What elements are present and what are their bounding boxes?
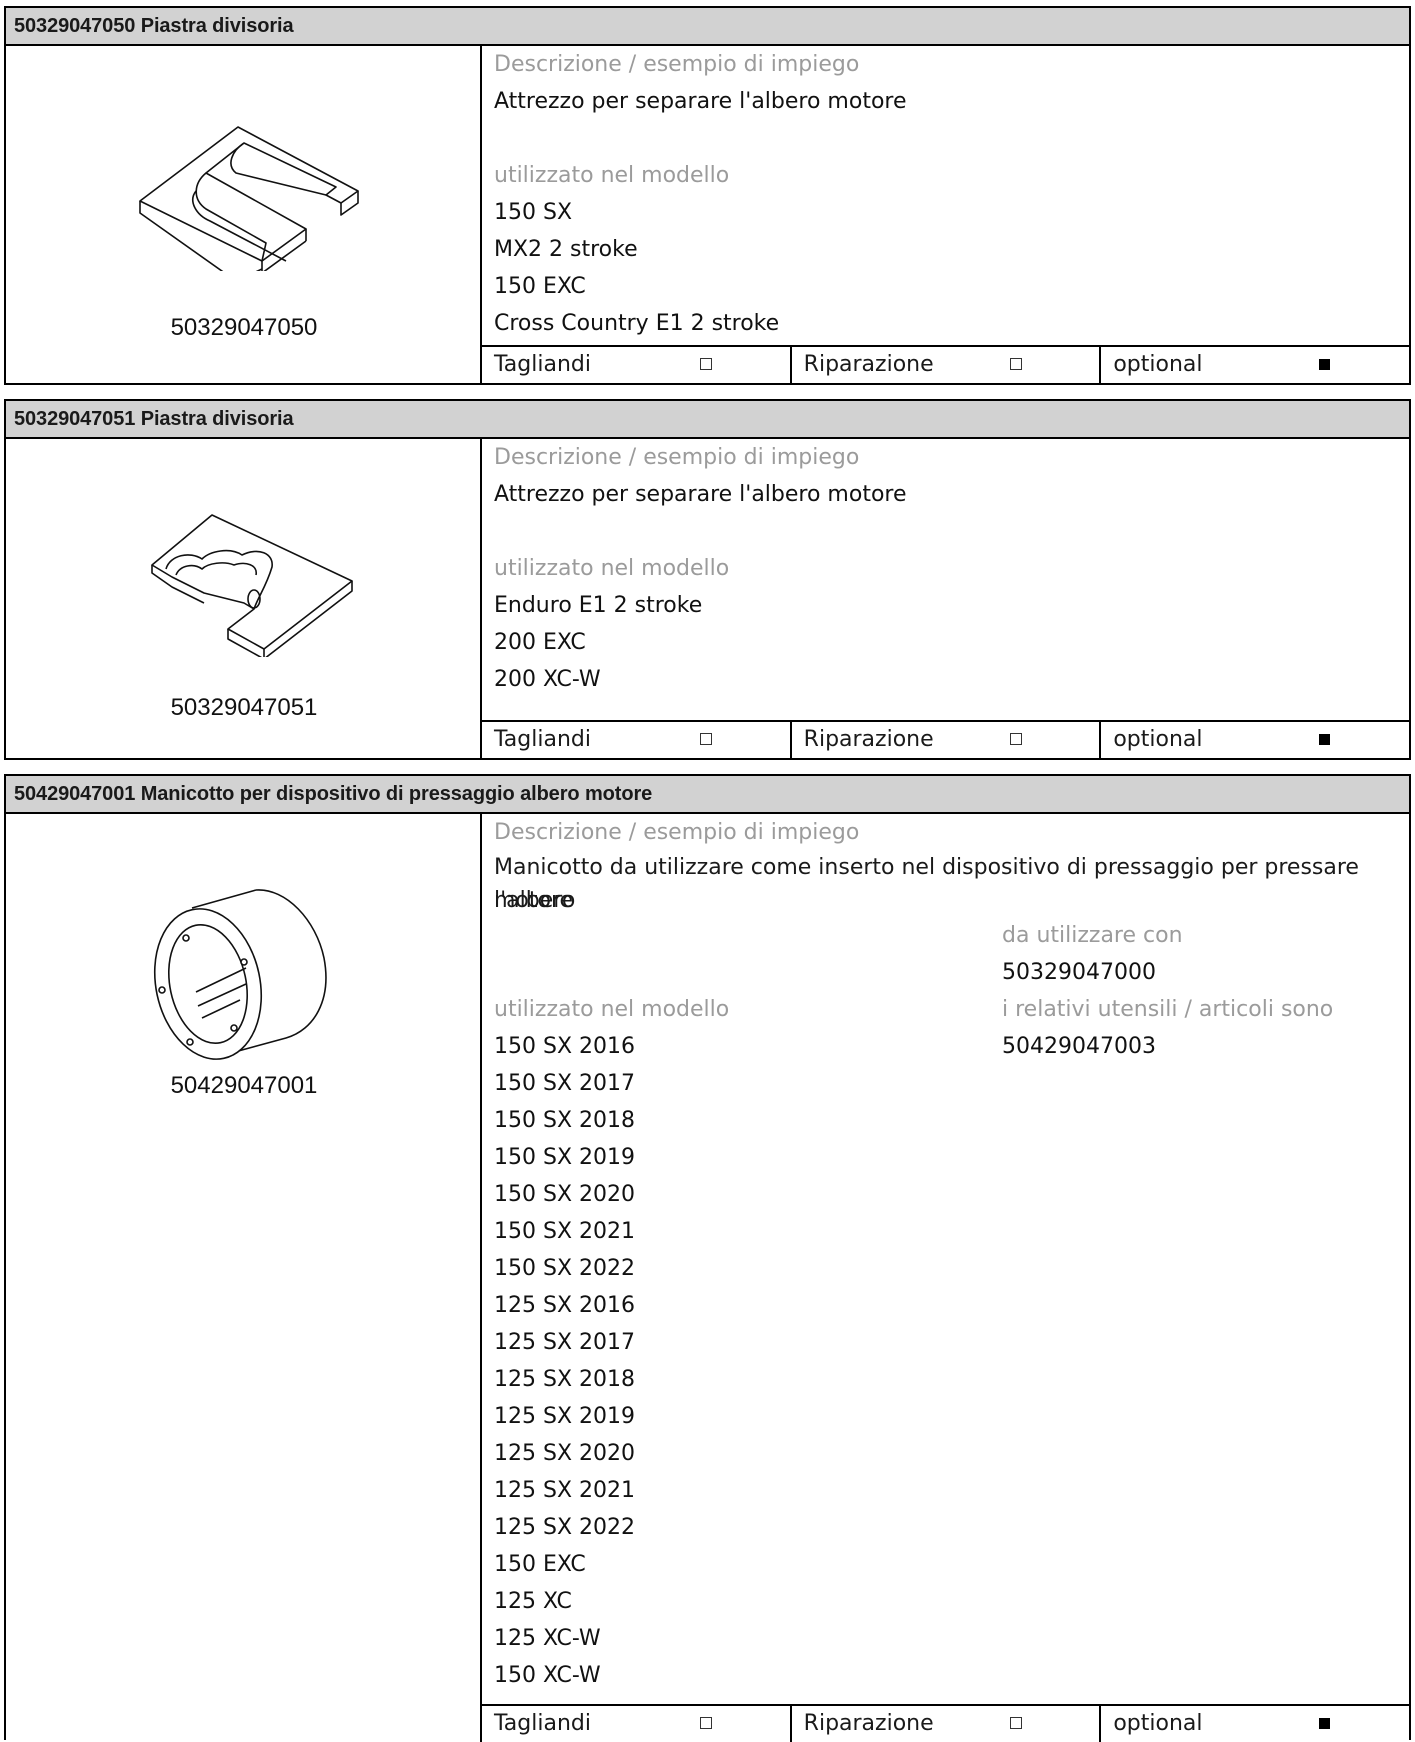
- empty-square-icon: [1009, 1717, 1022, 1729]
- tool-card: 50429047001 Manicotto per dispositivo di…: [4, 774, 1411, 1742]
- model-item: 125 SX 2021: [494, 1478, 636, 1503]
- related-value: 50429047003: [1002, 1034, 1156, 1059]
- model-item: 125 SX 2017: [494, 1330, 636, 1355]
- model-item: 150 SX 2018: [494, 1108, 636, 1133]
- model-item: Cross Country E1 2 stroke: [494, 311, 780, 336]
- tool-image-cell: 50329047050: [6, 46, 482, 383]
- model-item: 150 SX 2020: [494, 1182, 636, 1207]
- tool-card: 50329047051 Piastra divisoria 5032904705…: [4, 399, 1411, 760]
- model-item: 150 XC-W: [494, 1663, 601, 1688]
- tool-image-cell: 50329047051: [6, 439, 482, 758]
- tool-card-title: 50329047051 Piastra divisoria: [6, 401, 1409, 439]
- usage-cell-maintenance: Tagliandi: [482, 722, 792, 758]
- empty-square-icon: [1009, 358, 1022, 370]
- tool-info: Descrizione / esempio di impiego Attrezz…: [494, 439, 1399, 698]
- model-item: MX2 2 stroke: [494, 237, 638, 262]
- usage-label: Riparazione: [803, 352, 934, 377]
- tool-image-cell: 50429047001: [6, 814, 482, 1742]
- filled-square-icon: [1319, 733, 1331, 745]
- divider-plate-icon: [151, 514, 353, 657]
- usage-cell-optional: optional: [1101, 722, 1409, 758]
- model-item: 125 SX 2020: [494, 1441, 636, 1466]
- usage-cell-optional: optional: [1101, 347, 1409, 383]
- use-with-label: da utilizzare con: [1002, 923, 1183, 948]
- description-label: Descrizione / esempio di impiego: [494, 52, 860, 77]
- description-text: Manicotto da utilizzare come inserto nel…: [494, 855, 1359, 913]
- tool-card-title: 50429047001 Manicotto per dispositivo di…: [6, 776, 1409, 814]
- usage-cell-maintenance: Tagliandi: [482, 347, 792, 383]
- description-label: Descrizione / esempio di impiego: [494, 445, 860, 470]
- usage-label: Tagliandi: [494, 352, 591, 377]
- description-label: Descrizione / esempio di impiego: [494, 820, 860, 845]
- usage-footer: Tagliandi Riparazione optional: [482, 720, 1409, 758]
- tool-card-title: 50329047050 Piastra divisoria: [6, 8, 1409, 46]
- usage-cell-optional: optional: [1101, 1706, 1409, 1742]
- usage-footer: Tagliandi Riparazione optional: [482, 1704, 1409, 1742]
- usage-label: optional: [1113, 1711, 1203, 1736]
- empty-square-icon: [700, 358, 712, 370]
- usage-label: optional: [1113, 352, 1203, 377]
- part-number: 50329047050: [170, 314, 318, 341]
- models-label: utilizzato nel modello: [494, 163, 730, 188]
- empty-square-icon: [700, 1717, 712, 1729]
- usage-cell-repair: Riparazione: [792, 1706, 1102, 1742]
- empty-square-icon: [1009, 733, 1022, 745]
- tool-info: Descrizione / esempio di impiego Manicot…: [494, 814, 1399, 1694]
- model-item: 150 SX 2022: [494, 1256, 636, 1281]
- model-item: 150 SX 2021: [494, 1219, 636, 1244]
- filled-square-icon: [1319, 1717, 1331, 1729]
- model-item: 200 XC-W: [494, 667, 601, 692]
- sleeve-icon: [153, 889, 327, 1060]
- model-item: 150 SX 2019: [494, 1145, 636, 1170]
- model-item: 125 SX 2016: [494, 1293, 636, 1318]
- usage-label: Tagliandi: [494, 727, 591, 752]
- tool-info: Descrizione / esempio di impiego Attrezz…: [494, 46, 1399, 342]
- model-item: 150 SX: [494, 200, 573, 225]
- use-with-value: 50329047000: [1002, 960, 1156, 985]
- empty-square-icon: [700, 733, 712, 745]
- part-number: 50329047051: [170, 694, 318, 721]
- usage-label: optional: [1113, 727, 1203, 752]
- model-item: 200 EXC: [494, 630, 586, 655]
- related-label: i relativi utensili / articoli sono: [1002, 997, 1334, 1022]
- usage-footer: Tagliandi Riparazione optional: [482, 345, 1409, 383]
- usage-cell-repair: Riparazione: [792, 347, 1102, 383]
- model-item: 125 SX 2018: [494, 1367, 636, 1392]
- model-item: 125 XC-W: [494, 1626, 601, 1651]
- model-item: 150 SX 2017: [494, 1071, 636, 1096]
- usage-label: Tagliandi: [494, 1711, 591, 1736]
- model-item: 150 EXC: [494, 1552, 586, 1577]
- part-number: 50429047001: [170, 1072, 318, 1099]
- description-text: Attrezzo per separare l'albero motore: [494, 89, 907, 114]
- model-item: 125 SX 2022: [494, 1515, 636, 1540]
- models-label: utilizzato nel modello: [494, 556, 730, 581]
- divider-plate-icon: [139, 126, 359, 271]
- description-text: Attrezzo per separare l'albero motore: [494, 482, 907, 507]
- filled-square-icon: [1319, 358, 1331, 370]
- description-text-cont: motore: [494, 888, 574, 913]
- usage-label: Riparazione: [803, 1711, 934, 1736]
- usage-cell-maintenance: Tagliandi: [482, 1706, 792, 1742]
- usage-cell-repair: Riparazione: [792, 722, 1102, 758]
- model-item: 150 EXC: [494, 274, 586, 299]
- model-item: 125 SX 2019: [494, 1404, 636, 1429]
- model-item: 125 XC: [494, 1589, 572, 1614]
- tool-card: 50329047050 Piastra divisoria 5032904705…: [4, 6, 1411, 385]
- usage-label: Riparazione: [803, 727, 934, 752]
- model-item: Enduro E1 2 stroke: [494, 593, 703, 618]
